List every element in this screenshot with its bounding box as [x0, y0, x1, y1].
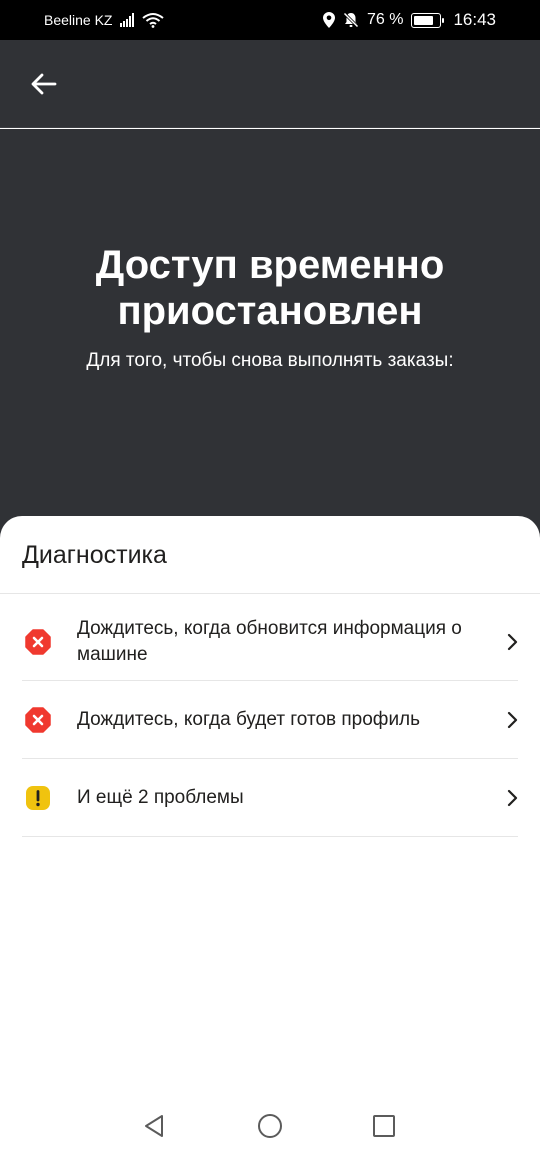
status-right: 76 % 16:43: [322, 10, 496, 30]
nav-recents-button[interactable]: [368, 1110, 400, 1142]
battery-icon: [411, 12, 445, 28]
page-subtitle: Для того, чтобы снова выполнять заказы:: [86, 350, 454, 371]
arrow-left-icon: [31, 73, 57, 95]
diagnostic-item-car-info[interactable]: Дождитесь, когда обновится информация о …: [22, 604, 518, 680]
diagnostic-item-more-problems[interactable]: И ещё 2 проблемы: [22, 759, 518, 836]
system-nav-bar: [0, 1096, 540, 1156]
signal-icon: [120, 13, 135, 27]
diagnostics-title: Диагностика: [22, 541, 167, 569]
page-title: Доступ временно приостановлен: [95, 243, 445, 333]
battery-level: [414, 15, 433, 25]
app-header: [0, 40, 540, 128]
chevron-right-icon: [507, 789, 518, 806]
diagnostic-item-profile[interactable]: Дождитесь, когда будет готов профиль: [22, 681, 518, 758]
status-bar: Beeline KZ 76 % 16:43: [0, 0, 540, 40]
status-left: Beeline KZ: [44, 12, 165, 28]
back-button[interactable]: [24, 64, 64, 104]
home-circle-icon: [258, 1114, 282, 1138]
clock: 16:43: [453, 10, 496, 29]
chevron-right-icon: [507, 633, 518, 651]
divider: [22, 836, 518, 837]
error-icon: [25, 629, 51, 655]
location-icon: [322, 12, 335, 28]
back-triangle-icon: [145, 1115, 163, 1137]
mute-icon: [343, 12, 359, 28]
nav-back-button[interactable]: [138, 1110, 170, 1142]
carrier-name: Beeline KZ: [44, 12, 113, 28]
battery-percent: 76 %: [366, 11, 404, 28]
divider: [0, 593, 540, 594]
wifi-icon: [142, 12, 165, 28]
diagnostic-item-label: И ещё 2 проблемы: [77, 786, 244, 808]
diagnostic-item-label: Дождитесь, когда обновится информация о …: [77, 618, 462, 665]
chevron-right-icon: [507, 711, 518, 728]
nav-home-button[interactable]: [254, 1110, 286, 1142]
diagnostics-sheet: Диагностика Дождитесь, когда обновится и…: [0, 516, 540, 1156]
warning-icon: [26, 785, 50, 810]
diagnostic-item-label: Дождитесь, когда будет готов профиль: [77, 708, 421, 730]
hero-section: Доступ временно приостановлен Для того, …: [0, 129, 540, 549]
error-icon: [25, 706, 51, 733]
recents-square-icon: [373, 1115, 395, 1137]
